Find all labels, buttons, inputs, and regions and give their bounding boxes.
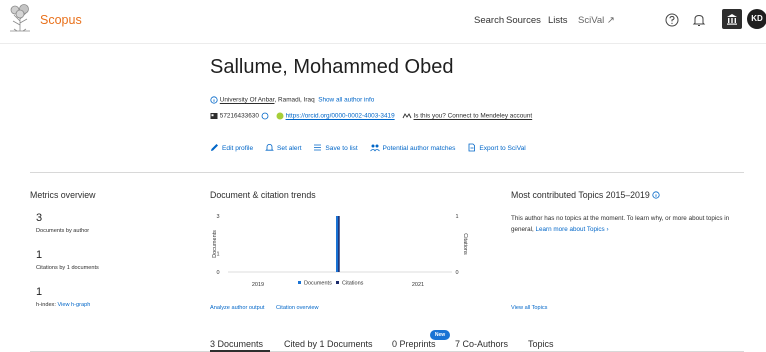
- mendeley-connect-link[interactable]: Is this you? Connect to Mendeley account: [414, 113, 533, 120]
- edit-profile-button[interactable]: Edit profile: [210, 143, 253, 152]
- section-divider: [30, 172, 744, 173]
- orcid-icon: [276, 112, 284, 120]
- author-id: 57216433630: [219, 112, 259, 120]
- citations-bar: [338, 216, 340, 272]
- potential-author-matches-button[interactable]: Potential author matches: [369, 143, 455, 152]
- id-card-icon: [210, 113, 218, 119]
- topics-message: This author has no topics at the moment.…: [511, 215, 730, 233]
- tab-topics[interactable]: Topics: [528, 339, 554, 349]
- y-axis-title: Documents: [212, 230, 218, 258]
- y2-axis-title: Citations: [462, 233, 468, 255]
- new-badge: New: [430, 330, 450, 340]
- affiliation-link[interactable]: University Of Anbar: [220, 97, 275, 104]
- nav-sources[interactable]: Sources: [506, 15, 541, 26]
- bell-icon[interactable]: [690, 11, 708, 29]
- pencil-icon: [211, 144, 218, 151]
- trends-title: Document & citation trends: [210, 190, 316, 200]
- export-icon: [468, 143, 476, 152]
- y-tick-label: 3: [216, 214, 219, 220]
- citation-overview-link[interactable]: Citation overview: [276, 305, 319, 311]
- elsevier-logo-icon[interactable]: [8, 3, 32, 33]
- citations-label: Citations by 1 documents: [36, 265, 99, 271]
- x-tick-label: 2019: [252, 282, 264, 288]
- h-index-label: h-index:: [36, 302, 56, 308]
- institution-button[interactable]: [722, 9, 742, 29]
- topics-title: Most contributed Topics 2015–2019: [511, 190, 650, 200]
- location: , Ramadi, Iraq: [274, 96, 315, 104]
- chart-links: Analyze author output Citation overview: [210, 305, 329, 311]
- legend-citations-label: Citations: [342, 281, 364, 287]
- mendeley-icon: [402, 113, 412, 119]
- documents-count[interactable]: 3: [36, 212, 42, 224]
- legend-citations-swatch: [336, 281, 339, 284]
- affiliation-line: University Of Anbar, Ramadi, Iraq Show a…: [210, 96, 374, 104]
- tab-documents[interactable]: 3 Documents: [210, 339, 263, 349]
- nav-search[interactable]: Search: [474, 15, 504, 26]
- y2-tick-label: 0: [455, 270, 458, 276]
- legend-documents-label: Documents: [304, 281, 332, 287]
- metrics-overview-title: Metrics overview: [30, 190, 96, 200]
- nav-lists[interactable]: Lists: [548, 15, 568, 26]
- author-actions: Edit profile Set alert Save to list Pote…: [210, 143, 536, 152]
- bell-icon: [265, 144, 274, 151]
- info-icon[interactable]: [652, 191, 660, 199]
- author-name: Sallume, Mohammed Obed: [210, 56, 454, 78]
- list-icon: [314, 144, 322, 151]
- documents-label: Documents by author: [36, 228, 90, 234]
- show-all-author-info-link[interactable]: Show all author info: [318, 97, 374, 104]
- tab-cited-by[interactable]: Cited by 1 Documents: [284, 339, 373, 349]
- h-index-value: 1: [36, 286, 43, 298]
- learn-more-topics-link[interactable]: Learn more about Topics ›: [536, 226, 609, 233]
- view-h-graph-link[interactable]: View h-graph: [57, 302, 90, 308]
- export-to-scival-button[interactable]: Export to SciVal: [467, 143, 526, 152]
- x-tick-label: 2021: [412, 282, 424, 288]
- view-all-topics-link[interactable]: View all Topics: [511, 305, 547, 311]
- scopus-logo[interactable]: Scopus: [40, 13, 82, 27]
- set-alert-button[interactable]: Set alert: [265, 143, 302, 152]
- documents-bar: [336, 216, 339, 272]
- orcid-link[interactable]: https://orcid.org/0000-0002-4003-3419: [286, 113, 395, 120]
- tab-preprints[interactable]: 0 Preprints: [392, 339, 436, 349]
- save-to-list-button[interactable]: Save to list: [313, 143, 358, 152]
- legend-documents-swatch: [298, 281, 301, 284]
- nav-scival[interactable]: SciVal ↗: [578, 15, 615, 26]
- y-tick-label: 0: [216, 270, 219, 276]
- tab-co-authors[interactable]: 7 Co-Authors: [455, 339, 508, 349]
- h-index-row: h-index: View h-graph: [36, 302, 90, 308]
- top-bar: Scopus Search Sources Lists SciVal ↗ KD: [0, 0, 766, 44]
- identifiers-line: 57216433630 https://orcid.org/0000-0002-…: [210, 112, 532, 120]
- citations-count[interactable]: 1: [36, 249, 42, 261]
- y2-tick-label: 1: [455, 214, 458, 220]
- analyze-author-output-link[interactable]: Analyze author output: [210, 305, 264, 311]
- copy-icon[interactable]: [261, 112, 269, 120]
- people-icon: [369, 144, 380, 152]
- topics-title-row: Most contributed Topics 2015–2019: [511, 190, 660, 200]
- institution-icon: [727, 14, 737, 25]
- user-avatar[interactable]: KD: [747, 9, 766, 29]
- document-citation-chart: 31010Documents Citations2019 2021Documents…: [212, 214, 468, 288]
- help-icon[interactable]: [663, 11, 681, 29]
- info-icon: [210, 96, 218, 104]
